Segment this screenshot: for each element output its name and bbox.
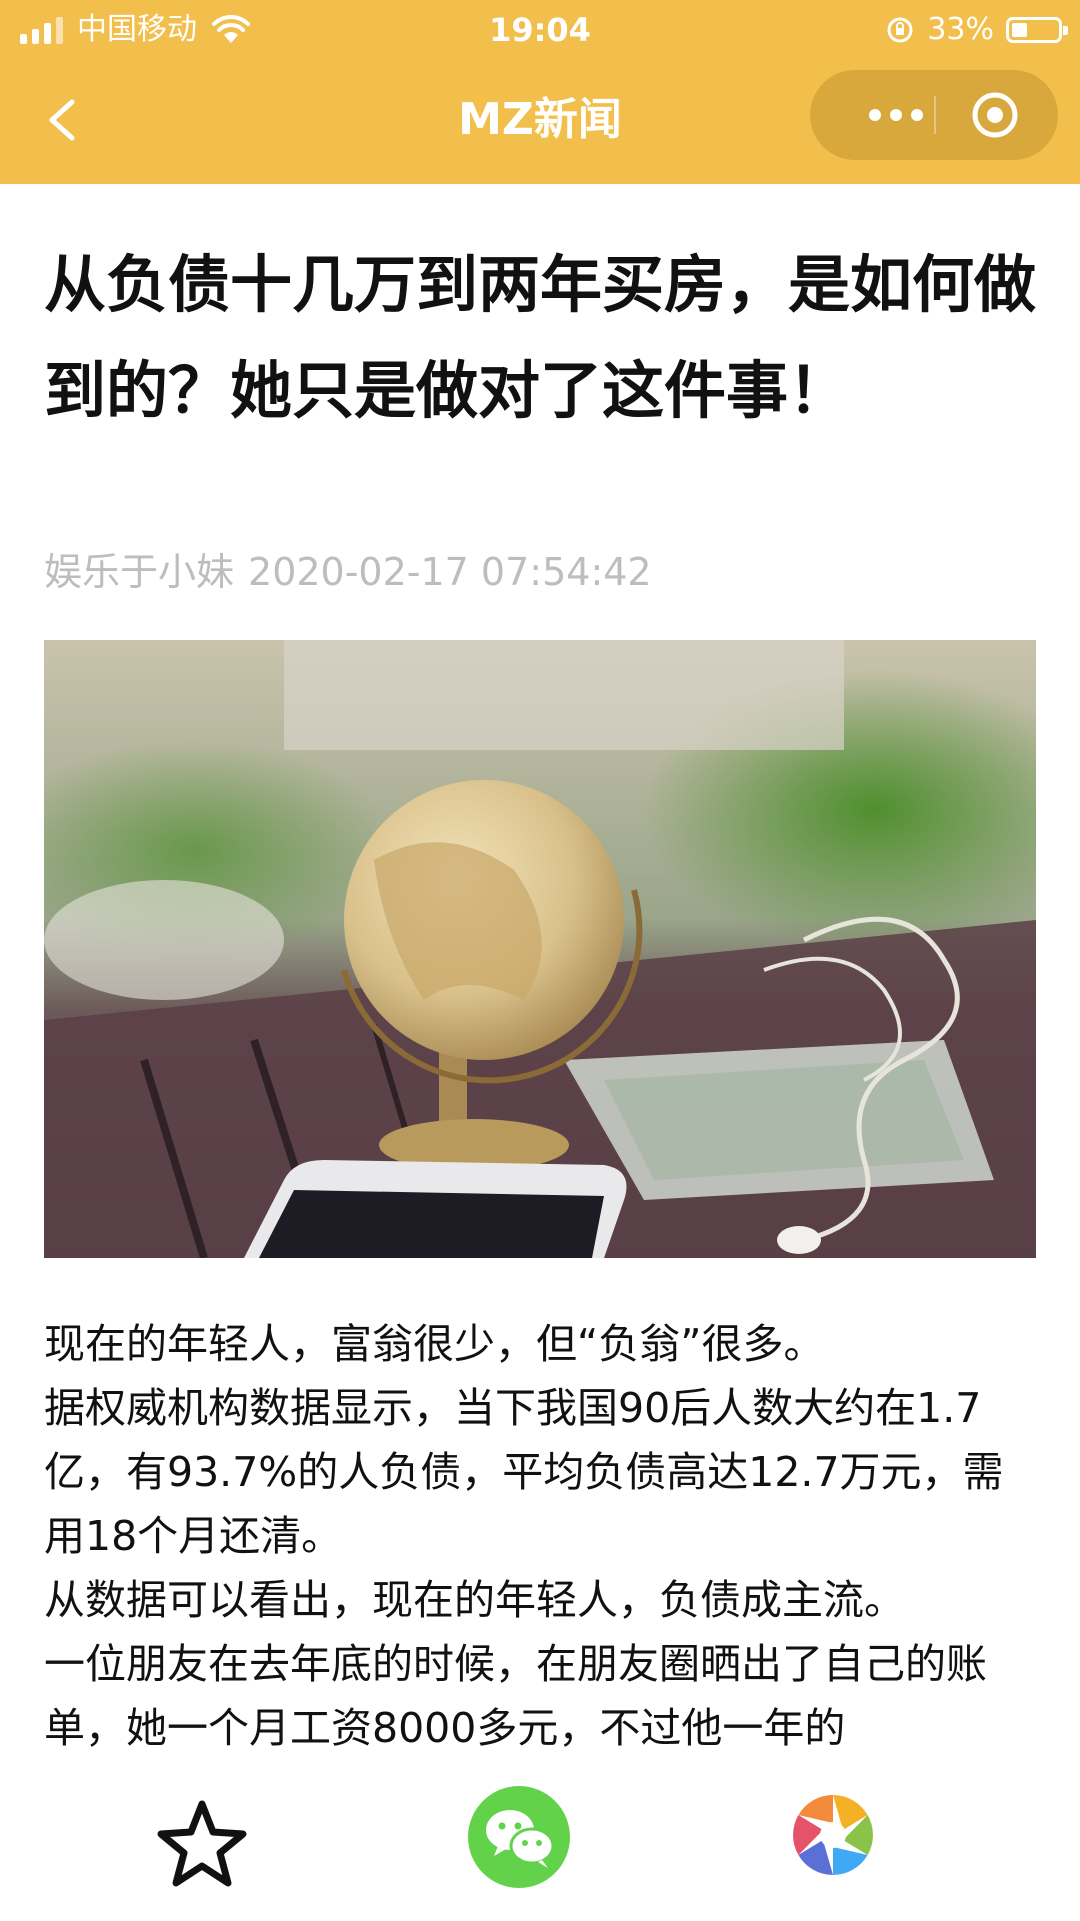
status-right: 33% — [885, 8, 1068, 52]
orientation-lock-icon — [887, 17, 913, 43]
article-author[interactable]: 娱乐于小妹 — [44, 550, 234, 594]
star-icon[interactable] — [154, 1798, 250, 1890]
capsule-divider — [934, 96, 936, 134]
article-body: 现在的年轻人，富翁很少，但“负翁”很多。 据权威机构数据显示，当下我国90后人数… — [44, 1312, 1044, 1760]
nav-bar: MZ新闻 — [0, 60, 1080, 184]
close-target-icon[interactable] — [970, 90, 1020, 140]
status-bar: 中国移动 19:04 33% — [0, 0, 1080, 60]
paragraph: 据权威机构数据显示，当下我国90后人数大约在1.7亿，有93.7%的人负债，平均… — [44, 1384, 1004, 1560]
mini-program-capsule — [810, 70, 1058, 160]
battery-icon — [1006, 17, 1068, 43]
bottom-action-bar — [0, 1772, 1080, 1921]
more-dots-icon[interactable] — [846, 97, 946, 133]
article-hero-image — [44, 640, 1036, 1258]
battery-percent: 33% — [927, 12, 994, 47]
battery-tip — [1063, 26, 1068, 35]
paragraph: 现在的年轻人，富翁很少，但“负翁”很多。 — [44, 1320, 825, 1368]
paragraph: 一位朋友在去年底的时候，在朋友圈晒出了自己的账单，她一个月工资8000多元，不过… — [44, 1640, 987, 1752]
battery-fill — [1012, 23, 1027, 37]
article-meta: 娱乐于小妹 2020-02-17 07:54:42 — [44, 544, 652, 600]
article-date: 2020-02-17 07:54:42 — [248, 550, 652, 594]
paragraph: 从数据可以看出，现在的年轻人，负债成主流。 — [44, 1576, 905, 1624]
article-title: 从负债十几万到两年买房，是如何做到的？她只是做对了这件事！ — [44, 248, 1037, 427]
wechat-icon[interactable] — [468, 1786, 570, 1888]
moments-icon[interactable] — [790, 1792, 876, 1878]
